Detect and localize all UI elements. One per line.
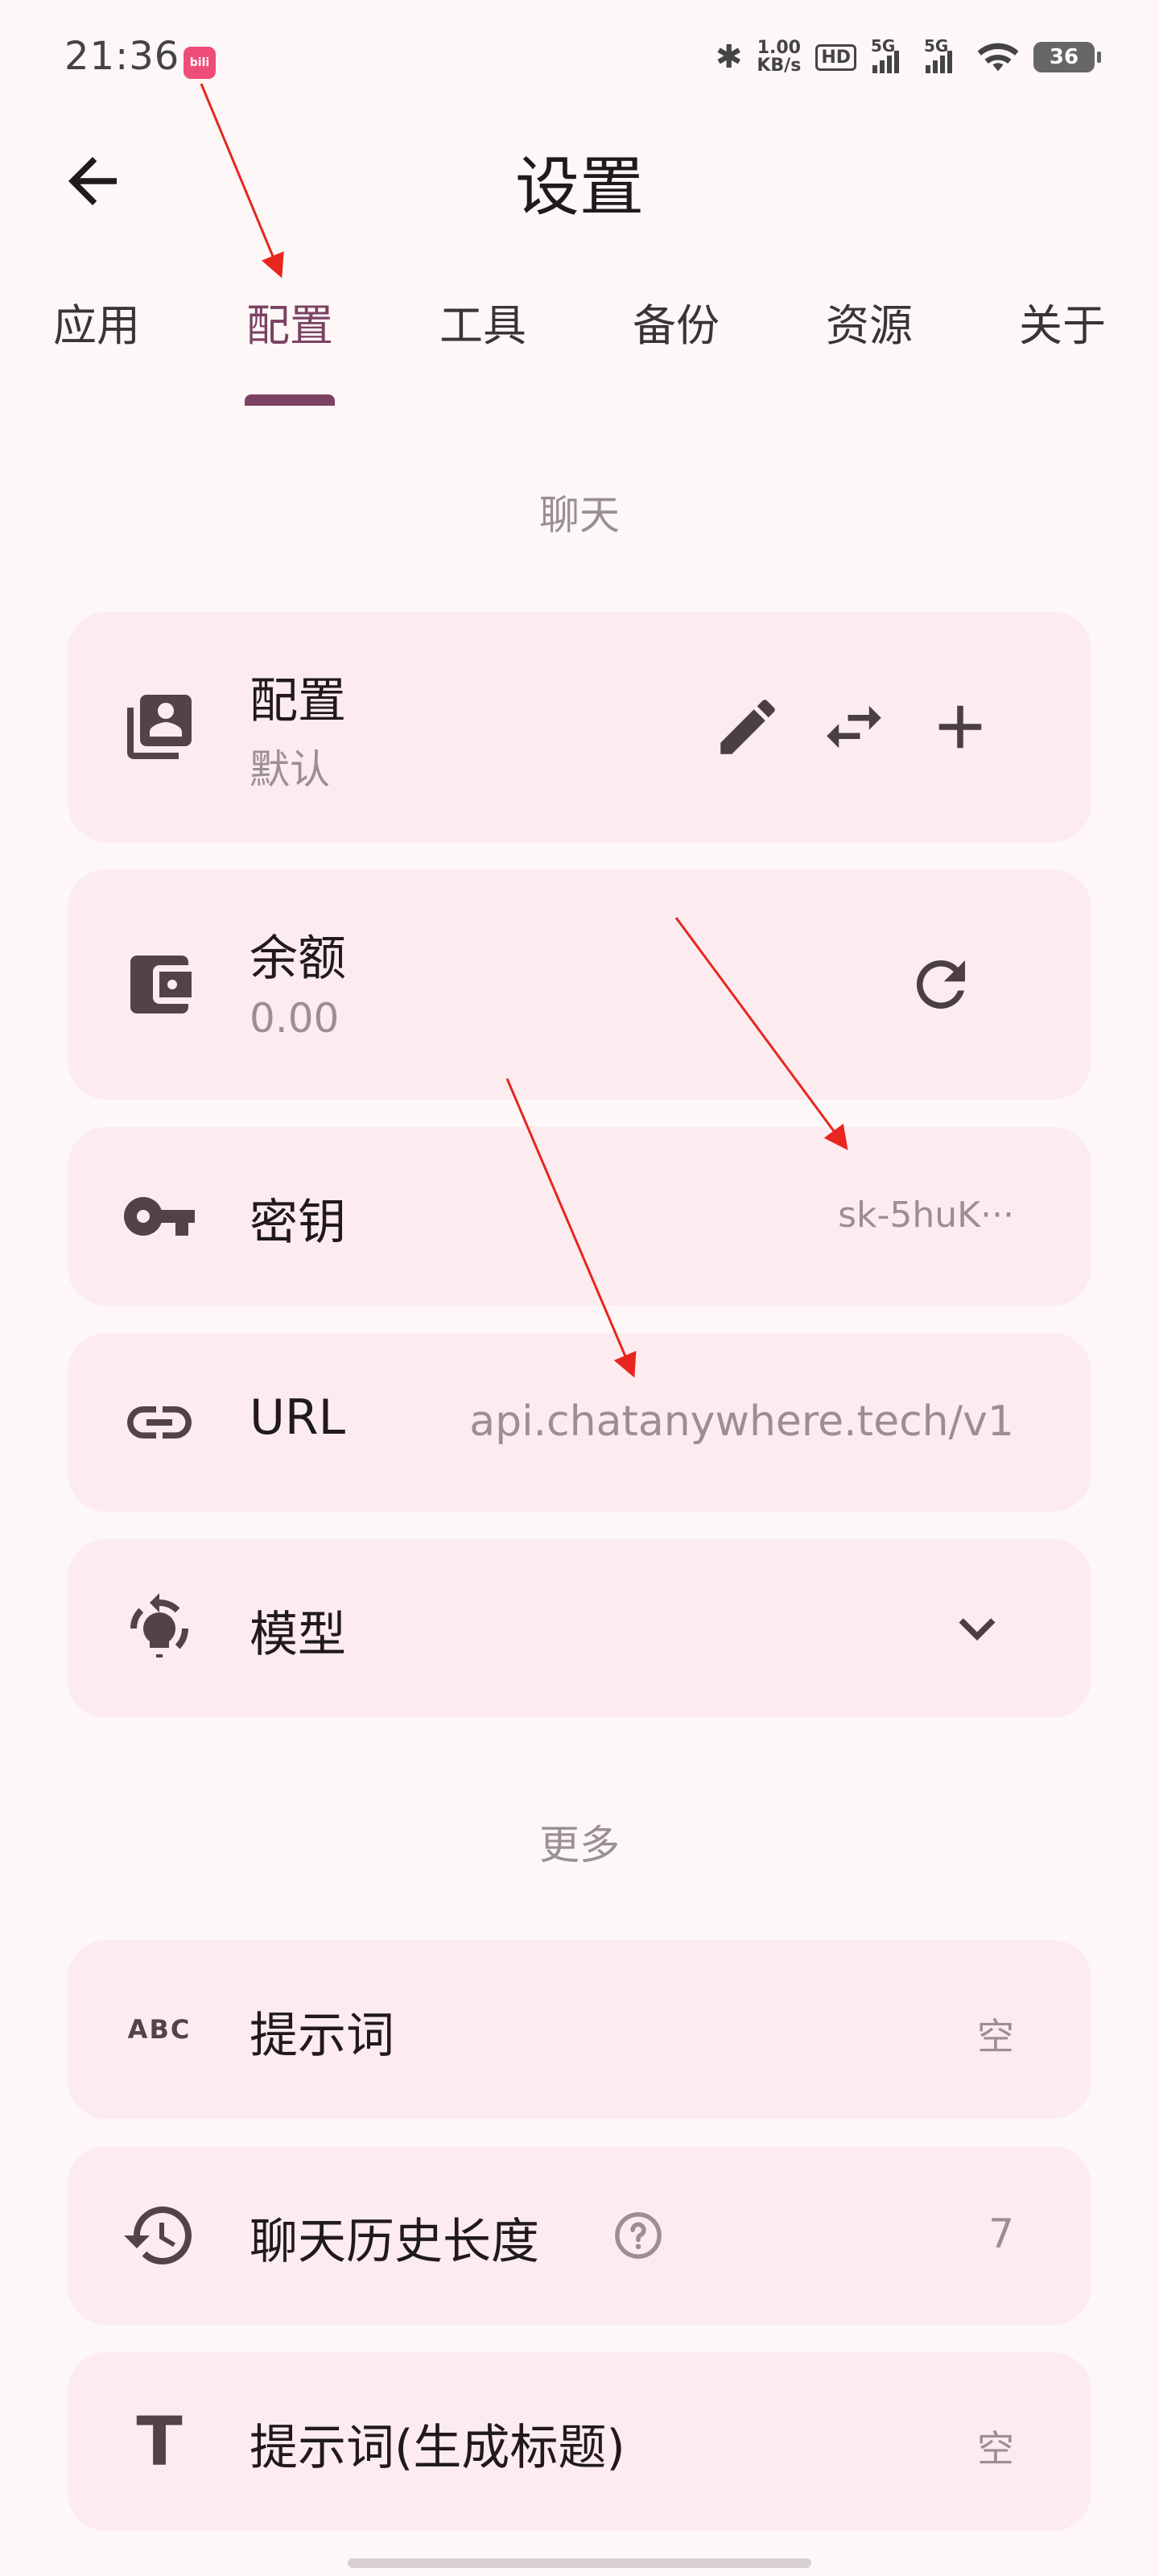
refresh-icon [916,960,965,1009]
bilibili-app-icon: bili [184,47,216,79]
bluetooth-icon: ✱ [715,39,743,76]
url-value: api.chatanywhere.tech/v1 [469,1397,1014,1446]
balance-value: 0.00 [250,995,340,1042]
gesture-navigation-bar[interactable] [348,2558,811,2568]
account-box-multiple-icon [121,688,198,766]
edit-icon [720,700,775,754]
url-title: URL [250,1389,346,1446]
tab-resources[interactable]: 资源 [773,290,966,362]
history-length-title: 聊天历史长度 [250,2214,539,2270]
settings-tabs: 应用 配置 工具 备份 资源 关于 [0,290,1159,411]
sim2-label: 5G [924,36,949,56]
swap-icon [827,705,881,749]
api-key-title: 密钥 [250,1195,346,1251]
prompt-title: 提示词 [250,2008,394,2064]
help-circle-icon[interactable] [612,2209,665,2262]
history-icon [121,2197,198,2274]
profile-card[interactable]: 配置 默认 [68,612,1091,842]
signal-sim2-icon: 5G [924,36,963,73]
page-title: 设置 [515,150,644,225]
section-header-chat: 聊天 [539,492,620,539]
api-key-value: sk-5huK··· [838,1195,1014,1236]
balance-title: 余额 [250,931,346,987]
prompt-value: 空 [977,2015,1014,2058]
model-card[interactable]: 模型 [68,1539,1091,1718]
title-prompt-title: 提示词(生成标题) [250,2420,625,2476]
history-length-card[interactable]: 聊天历史长度 7 [68,2146,1091,2325]
tab-config[interactable]: 配置 [193,290,386,362]
title-prompt-value: 空 [977,2427,1014,2471]
model-title: 模型 [250,1607,346,1663]
battery-icon: 36 [1033,42,1101,72]
signal-sim1-icon: 5G [871,36,909,73]
tab-tools[interactable]: 工具 [386,290,580,362]
refresh-balance-button[interactable] [905,948,977,1021]
history-length-value: 7 [988,2211,1014,2257]
network-speed: 1.00 KB/s [757,39,801,75]
link-icon [121,1384,198,1461]
status-time: 21:36 [64,34,180,79]
text-t-icon: T [136,2402,183,2481]
tab-backup[interactable]: 备份 [580,290,773,362]
model-dropdown-button[interactable] [941,1592,1013,1665]
profile-subtitle: 默认 [250,746,330,793]
wifi-icon [977,43,1019,72]
chevron-down-icon [959,1618,996,1641]
switch-profile-button[interactable] [818,691,890,763]
add-profile-button[interactable] [924,691,996,763]
section-header-more: 更多 [539,1822,620,1868]
profile-title: 配置 [250,673,346,729]
edit-profile-button[interactable] [711,691,784,763]
model-icon [121,1590,198,1667]
title-prompt-card[interactable]: T 提示词(生成标题) 空 [68,2352,1091,2531]
status-bar: 21:36 bili ✱ 1.00 KB/s HD 5G 5G 36 [0,0,1159,129]
api-key-card[interactable]: 密钥 sk-5huK··· [68,1127,1091,1306]
network-speed-unit: KB/s [757,56,802,76]
balance-card[interactable]: 余额 0.00 [68,869,1091,1100]
key-icon [121,1178,198,1255]
sim1-label: 5G [871,36,896,56]
prompt-card[interactable]: ABC 提示词 空 [68,1940,1091,2119]
wallet-icon [121,946,198,1023]
url-card[interactable]: URL api.chatanywhere.tech/v1 [68,1333,1091,1512]
tab-about[interactable]: 关于 [966,290,1159,362]
active-tab-indicator [245,394,335,406]
add-icon [938,705,982,749]
abc-icon: ABC [127,2014,192,2045]
tab-app[interactable]: 应用 [0,290,193,362]
status-icons: ✱ 1.00 KB/s HD 5G 5G 36 [715,36,1101,76]
hd-voice-icon: HD [815,43,856,71]
